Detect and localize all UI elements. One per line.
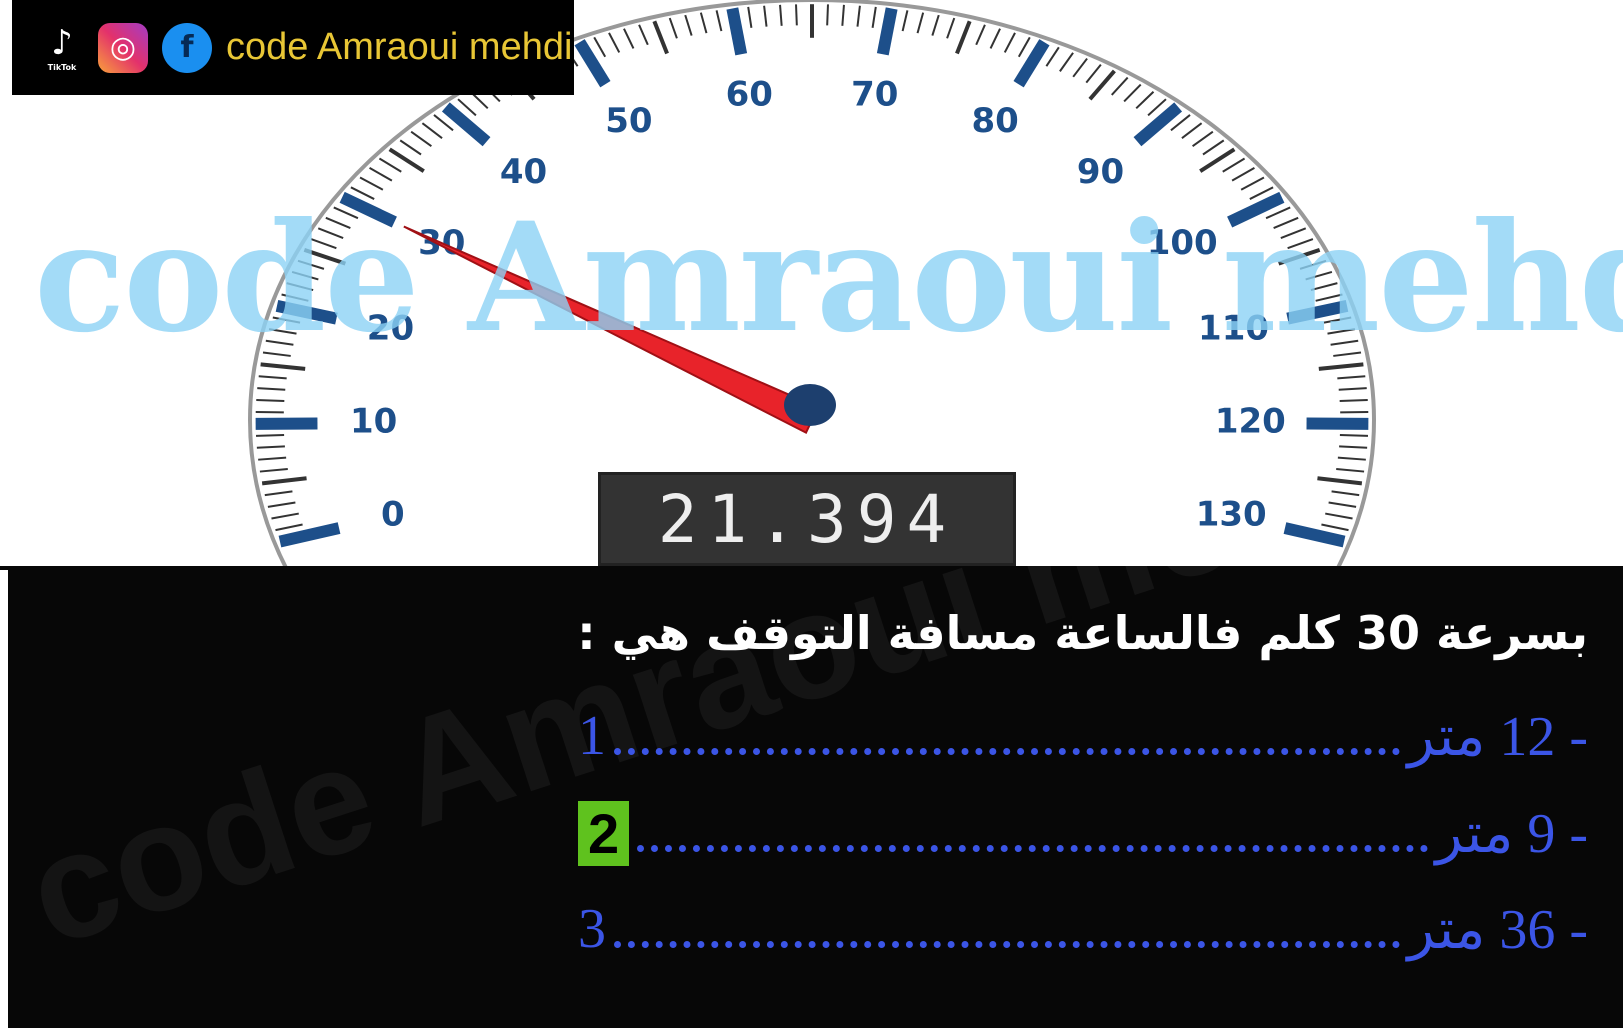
minor-tick <box>1339 399 1368 403</box>
tick-label: 70 <box>851 74 898 114</box>
digital-readout: 21.394 <box>598 472 1016 566</box>
option-text: - 9 متر <box>1435 802 1588 865</box>
tick-label: 50 <box>605 101 652 141</box>
tick-label: 130 <box>1196 494 1267 534</box>
minor-tick <box>255 434 285 437</box>
channel-name: code Amraoui mehdi <box>226 26 573 68</box>
tick-label: 40 <box>500 152 547 192</box>
tick-label: 60 <box>726 74 773 114</box>
question-panel: code Amraoui mehdi بسرعة 30 كلم فالساعة … <box>8 566 1623 1028</box>
option-number: 3 <box>578 898 606 960</box>
option-2[interactable]: - 9 متر 2 <box>578 798 1588 868</box>
option-1[interactable]: - 12 متر 1 <box>578 701 1588 771</box>
minor-tick <box>1339 445 1368 449</box>
dotted-leader <box>614 718 1400 755</box>
facebook-icon[interactable]: f <box>162 22 212 73</box>
tiktok-icon[interactable]: ♪ TikTok <box>40 23 84 73</box>
dotted-leader <box>614 911 1400 948</box>
minor-tick <box>1339 434 1369 437</box>
option-text: - 36 متر <box>1407 898 1588 961</box>
minor-tick <box>256 399 285 403</box>
question-text: بسرعة 30 كلم فالساعة مسافة التوقف هي : <box>577 606 1588 660</box>
branding-bar: ♪ TikTok ◎ f code Amraoui mehdi <box>12 0 574 95</box>
dotted-leader <box>637 815 1428 852</box>
needle-hub <box>784 384 836 426</box>
option-3[interactable]: - 36 متر 3 <box>578 894 1588 964</box>
tick-label: 90 <box>1077 152 1124 192</box>
option-number-selected: 2 <box>578 800 630 866</box>
tick-label: 0 <box>381 494 405 534</box>
minor-tick <box>826 4 829 26</box>
tick-label: 120 <box>1215 402 1286 442</box>
watermark: code Amraoui mehdi <box>34 190 1623 366</box>
minor-tick <box>795 4 798 26</box>
option-number: 1 <box>578 705 606 767</box>
tick-label: 10 <box>350 402 397 442</box>
option-text: - 12 متر <box>1407 705 1588 768</box>
minor-tick <box>256 445 285 449</box>
instagram-icon[interactable]: ◎ <box>98 22 148 73</box>
tick-label: 80 <box>971 101 1018 141</box>
